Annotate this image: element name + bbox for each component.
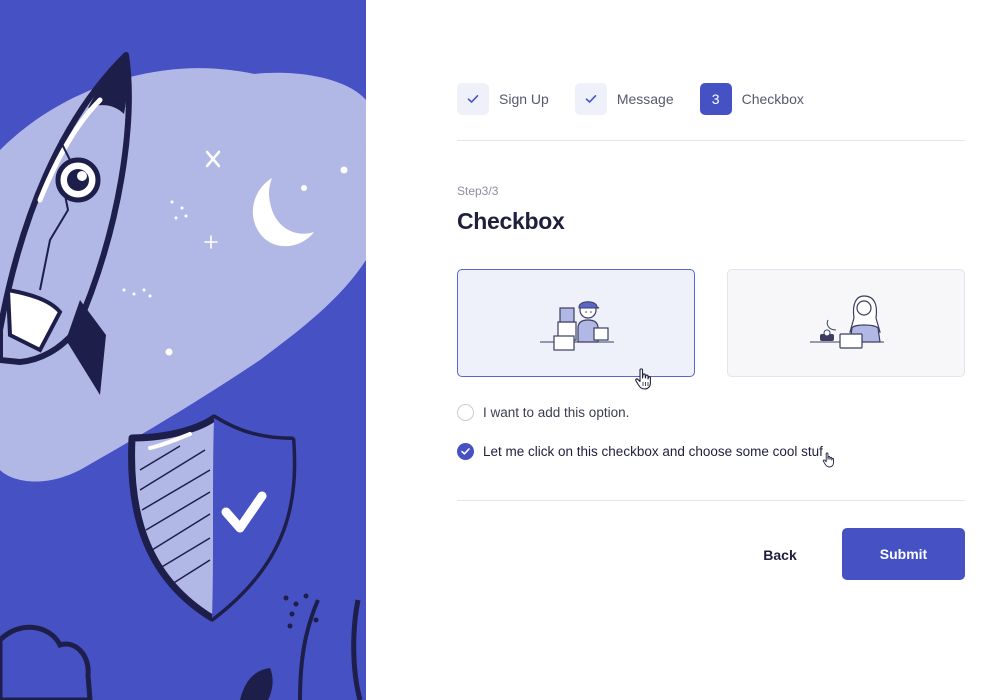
hand-cursor-icon (635, 368, 651, 390)
step-badge-done (574, 83, 607, 115)
woman-at-laptop-illustration (810, 295, 884, 349)
step-counter: Step3/3 (457, 184, 499, 198)
checkbox-unchecked[interactable] (457, 404, 474, 421)
illustration-art (0, 0, 366, 700)
step-label: Message (616, 91, 674, 107)
stepper: Sign Up Message 3 Checkbox (457, 82, 830, 116)
check-icon (585, 95, 597, 103)
step-checkbox[interactable]: 3 Checkbox (699, 83, 804, 115)
step-label: Sign Up (499, 91, 549, 107)
page-title: Checkbox (457, 208, 565, 234)
hand-cursor-icon (822, 452, 834, 468)
step-sign-up[interactable]: Sign Up (457, 83, 549, 115)
checkbox-checked[interactable] (457, 443, 474, 460)
step-label: Checkbox (741, 91, 804, 107)
option-card-delivery[interactable] (457, 269, 695, 377)
option-card-laptop[interactable] (727, 269, 965, 377)
divider (457, 140, 965, 141)
checkbox-label: I want to add this option. (483, 405, 630, 420)
submit-button[interactable]: Submit (842, 528, 965, 580)
check-icon (467, 95, 479, 103)
divider (457, 500, 965, 501)
checkbox-label: Let me click on this checkbox and choose… (483, 444, 823, 459)
rocket-shield-illustration (0, 0, 366, 700)
step-badge-number: 3 (699, 83, 732, 115)
option-add-this[interactable]: I want to add this option. (457, 404, 629, 421)
delivery-person-illustration (540, 301, 614, 351)
back-button[interactable]: Back (750, 538, 810, 572)
step-message[interactable]: Message (574, 83, 674, 115)
step-badge-done (457, 83, 489, 115)
option-cool-stuff[interactable]: Let me click on this checkbox and choose… (457, 443, 823, 460)
check-icon (461, 448, 470, 455)
form-panel: Sign Up Message 3 Checkbox Step3/3 Check… (366, 0, 1000, 700)
